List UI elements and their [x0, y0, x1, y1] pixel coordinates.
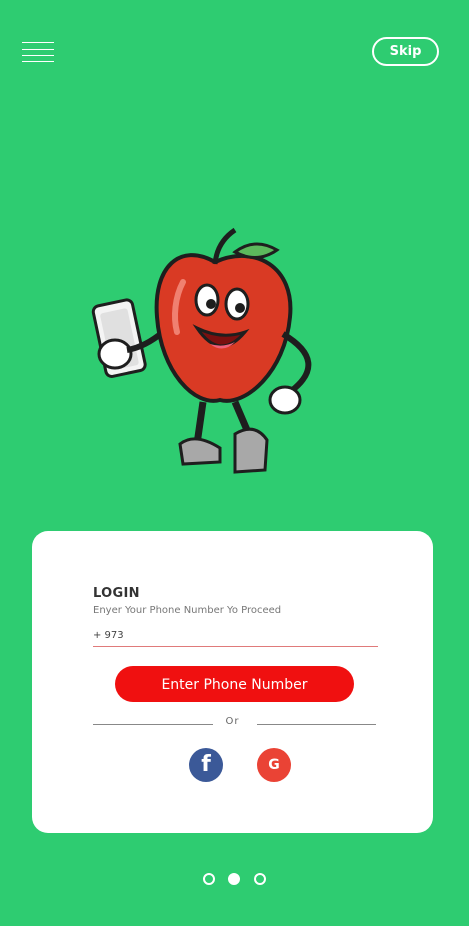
menu-line: [22, 49, 54, 50]
menu-line: [22, 55, 54, 56]
google-icon[interactable]: G: [257, 748, 291, 782]
phone-field[interactable]: + 973: [93, 628, 379, 647]
login-title: LOGIN: [93, 586, 140, 601]
skip-button[interactable]: Skip: [372, 37, 439, 66]
login-subtitle: Enyer Your Phone Number Yo Proceed: [93, 605, 282, 616]
pager-dot-1[interactable]: [203, 873, 215, 885]
menu-line: [22, 61, 54, 62]
pager-dot-3[interactable]: [254, 873, 266, 885]
pager-dot-2[interactable]: [228, 873, 240, 885]
apple-mascot-illustration: [91, 227, 312, 474]
or-divider-label: Or: [225, 716, 240, 727]
hamburger-menu-icon[interactable]: [22, 40, 54, 64]
enter-phone-number-button[interactable]: Enter Phone Number: [115, 666, 354, 702]
divider-line-right: [257, 724, 376, 725]
country-code: + 973: [93, 630, 124, 641]
login-card: LOGIN Enyer Your Phone Number Yo Proceed…: [32, 531, 433, 833]
facebook-icon[interactable]: f: [189, 748, 223, 782]
phone-input[interactable]: [125, 628, 379, 646]
menu-line: [22, 42, 54, 43]
